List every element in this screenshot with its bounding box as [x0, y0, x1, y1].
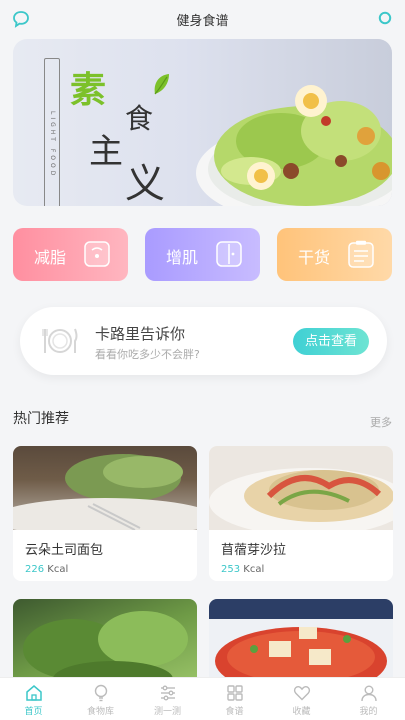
recipe-kcal: 253 Kcal	[221, 564, 264, 575]
tofu-soup-image	[209, 599, 393, 689]
banner-char-1: 素	[70, 69, 107, 111]
recipe-card[interactable]: 苜蓿芽沙拉 253 Kcal	[209, 446, 393, 581]
section-title: 热门推荐	[13, 411, 69, 427]
tab-label: 首页	[24, 707, 43, 717]
recipe-kcal: 226 Kcal	[25, 564, 68, 575]
recipe-card[interactable]	[13, 599, 197, 689]
category-row: 减脂 增肌 干货	[13, 228, 392, 281]
category-muscle-gain[interactable]: 增肌	[145, 228, 260, 281]
heart-icon	[293, 685, 310, 701]
bread-plant-image	[13, 454, 197, 530]
recipe-kcal-value: 226	[25, 564, 45, 575]
door-icon	[216, 241, 242, 267]
view-button[interactable]: 点击查看	[293, 328, 369, 355]
recipe-name: 云朵土司面包	[25, 543, 104, 558]
tab-food-library[interactable]: 食物库	[67, 678, 134, 720]
recipe-image	[209, 599, 393, 689]
bulb-icon	[94, 684, 107, 702]
grid-icon	[226, 685, 243, 701]
home-icon	[25, 685, 42, 701]
plate-cutlery-icon	[42, 328, 78, 353]
recipe-kcal-value: 253	[221, 564, 241, 575]
sliders-icon	[160, 685, 175, 701]
more-link[interactable]: 更多	[370, 414, 392, 430]
hero-banner[interactable]: LIGHT FOOD 素 食 主 义	[13, 39, 392, 206]
tab-label: 测一测	[153, 707, 181, 717]
recipe-card[interactable]	[209, 599, 393, 689]
banner-char-4: 义	[125, 161, 165, 206]
recipe-name: 苜蓿芽沙拉	[221, 543, 287, 558]
leaf-icon	[154, 74, 169, 95]
clipboard-icon	[348, 240, 374, 268]
recipe-image	[209, 446, 393, 530]
scale-icon	[84, 241, 110, 267]
sprout-salad-image	[209, 468, 393, 530]
banner-char-2: 主	[89, 132, 123, 172]
calorie-title: 卡路里告诉你	[95, 325, 186, 343]
recipe-image	[13, 446, 197, 530]
tab-recipes[interactable]: 食谱	[201, 678, 268, 720]
recipe-kcal-unit: Kcal	[47, 564, 69, 575]
recipe-image	[13, 599, 197, 689]
bottom-tab-bar: 首页 食物库 测一测 食谱 收藏 我的	[0, 677, 405, 720]
category-label: 增肌	[166, 248, 199, 267]
tab-label: 食谱	[225, 707, 244, 717]
tab-test[interactable]: 测一测	[134, 678, 201, 720]
user-icon	[360, 685, 377, 702]
calorie-subtitle: 看看你吃多少不会胖?	[95, 348, 200, 361]
tab-favorites[interactable]: 收藏	[268, 678, 335, 720]
category-label: 干货	[298, 248, 331, 267]
category-fat-loss[interactable]: 减脂	[13, 228, 128, 281]
tab-label: 我的	[359, 707, 378, 717]
recipe-kcal-unit: Kcal	[243, 564, 265, 575]
tab-me[interactable]: 我的	[335, 678, 402, 720]
tab-label: 食物库	[86, 707, 114, 717]
app-header: 健身食谱	[0, 0, 405, 36]
category-label: 减脂	[34, 248, 67, 267]
greens-image	[23, 611, 188, 689]
circle-icon[interactable]	[378, 11, 392, 25]
banner-vertical-text: LIGHT FOOD	[44, 58, 60, 206]
category-tips[interactable]: 干货	[277, 228, 392, 281]
salad-image	[196, 85, 392, 206]
tab-home[interactable]: 首页	[0, 678, 67, 720]
calorie-card[interactable]: 卡路里告诉你 看看你吃多少不会胖? 点击查看	[20, 307, 387, 375]
recipe-card[interactable]: 云朵土司面包 226 Kcal	[13, 446, 197, 581]
page-title: 健身食谱	[176, 14, 229, 29]
tab-label: 收藏	[292, 707, 311, 717]
banner-char-3: 食	[125, 102, 154, 135]
